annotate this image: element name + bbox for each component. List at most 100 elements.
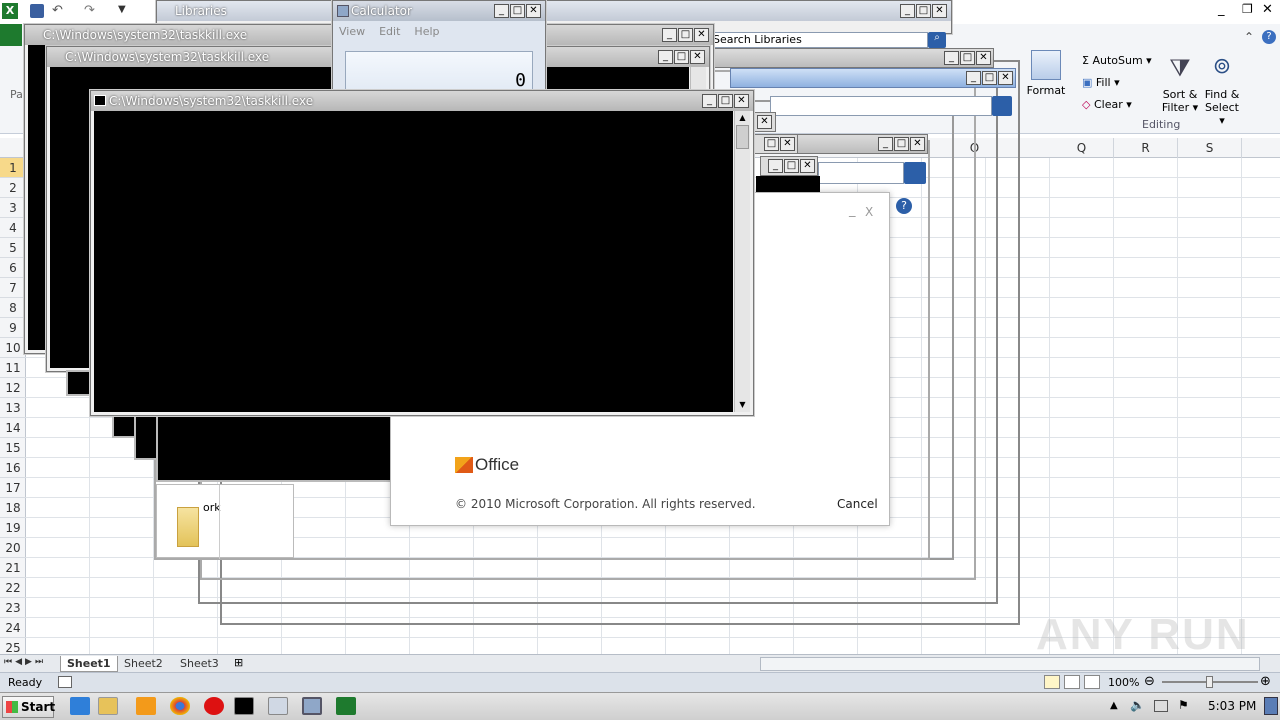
zoom-in-icon[interactable]: ⊕: [1260, 674, 1271, 689]
help-icon[interactable]: ?: [1262, 30, 1276, 44]
normal-view-icon[interactable]: [1044, 675, 1060, 689]
libraries-search-box[interactable]: Search Libraries: [706, 32, 928, 48]
ribbon-minimize-icon[interactable]: ⌃: [1244, 30, 1254, 44]
fill-button[interactable]: ▣ Fill ▾: [1082, 76, 1120, 89]
flag-icon[interactable]: ⚑: [1178, 698, 1189, 712]
row-header[interactable]: 16: [0, 458, 26, 478]
calculator-taskbar-icon[interactable]: [302, 697, 322, 715]
column-header[interactable]: S: [1178, 138, 1242, 158]
maximize-button[interactable]: □: [678, 28, 693, 42]
media-player-icon[interactable]: [136, 697, 156, 715]
column-header[interactable]: R: [1114, 138, 1178, 158]
sheet-tab[interactable]: Sheet2: [118, 656, 169, 672]
customize-icon[interactable]: ▼: [118, 4, 126, 15]
libraries-title-bar[interactable]: Libraries: [157, 1, 951, 21]
maximize-button[interactable]: □: [960, 51, 975, 65]
row-header[interactable]: 11: [0, 358, 26, 378]
row-header[interactable]: 6: [0, 258, 26, 278]
close-button[interactable]: ✕: [976, 51, 991, 65]
row-header[interactable]: 17: [0, 478, 26, 498]
scroll-up-icon[interactable]: ▲: [735, 111, 750, 125]
opera-icon[interactable]: [204, 697, 224, 715]
close-button[interactable]: ✕: [932, 4, 947, 18]
zoom-out-icon[interactable]: ⊖: [1144, 674, 1155, 689]
help-icon[interactable]: ?: [896, 198, 912, 214]
paste-label[interactable]: Pa: [10, 88, 23, 101]
menu-view[interactable]: View: [339, 25, 365, 38]
maximize-button[interactable]: □: [510, 4, 525, 18]
start-button[interactable]: Start: [2, 696, 55, 718]
minimize-button[interactable]: _: [900, 4, 915, 18]
maximize-button[interactable]: □: [982, 71, 997, 85]
close-button[interactable]: ✕: [910, 137, 925, 151]
zoom-slider-thumb[interactable]: [1206, 676, 1213, 688]
maximize-button[interactable]: □: [916, 4, 931, 18]
row-header[interactable]: 22: [0, 578, 26, 598]
sort-filter-button[interactable]: ⧩ Sort & Filter ▾: [1160, 54, 1200, 114]
row-header[interactable]: 2: [0, 178, 26, 198]
vertical-scrollbar[interactable]: ▲ ▼: [734, 111, 750, 412]
minimize-button[interactable]: _: [494, 4, 509, 18]
row-header[interactable]: 24: [0, 618, 26, 638]
find-select-button[interactable]: ⊚ Find & Select ▾: [1202, 54, 1242, 127]
insert-sheet-icon[interactable]: ⊞: [234, 656, 243, 669]
maximize-button[interactable]: □: [674, 50, 689, 64]
maximize-button[interactable]: □: [784, 159, 799, 173]
minimize-button[interactable]: _: [662, 28, 677, 42]
page-break-icon[interactable]: [1084, 675, 1100, 689]
search-icon[interactable]: [904, 162, 926, 184]
folder-label[interactable]: ork: [203, 501, 221, 514]
sheet-nav-icons[interactable]: ⏮◀▶⏭: [4, 657, 46, 667]
row-header[interactable]: 9: [0, 318, 26, 338]
scroll-down-icon[interactable]: ▼: [735, 398, 750, 412]
network-icon[interactable]: [1154, 700, 1168, 712]
search-box[interactable]: [770, 96, 992, 116]
zoom-level[interactable]: 100%: [1108, 676, 1139, 689]
close-button[interactable]: ✕: [694, 28, 709, 42]
autosum-button[interactable]: Σ AutoSum ▾: [1082, 54, 1152, 67]
undo-icon[interactable]: ↶: [52, 3, 63, 18]
console-output[interactable]: [94, 111, 733, 412]
excel-restore-icon[interactable]: ❐: [1242, 2, 1253, 16]
row-header[interactable]: 5: [0, 238, 26, 258]
minimize-button[interactable]: _: [878, 137, 893, 151]
save-icon[interactable]: [30, 4, 44, 18]
ie-icon[interactable]: [70, 697, 90, 715]
minimize-button[interactable]: _: [944, 51, 959, 65]
splash-minimize-button[interactable]: _: [849, 203, 856, 218]
close-button[interactable]: ✕: [690, 50, 705, 64]
minimize-button[interactable]: _: [658, 50, 673, 64]
page-layout-icon[interactable]: [1064, 675, 1080, 689]
close-button[interactable]: ✕: [526, 4, 541, 18]
minimize-button[interactable]: _: [768, 159, 783, 173]
excel-taskbar-icon[interactable]: [336, 697, 356, 715]
search-box[interactable]: [818, 162, 904, 184]
row-header[interactable]: 23: [0, 598, 26, 618]
sheet-tab[interactable]: Sheet3: [174, 656, 225, 672]
maximize-button[interactable]: □: [764, 137, 779, 151]
menu-help[interactable]: Help: [414, 25, 439, 38]
row-header[interactable]: 20: [0, 538, 26, 558]
maximize-button[interactable]: □: [718, 94, 733, 108]
macro-record-icon[interactable]: [58, 676, 72, 688]
sheet-tab-active[interactable]: Sheet1: [60, 656, 118, 672]
show-desktop-button[interactable]: [1264, 697, 1278, 715]
column-header[interactable]: Q: [1050, 138, 1114, 158]
close-button[interactable]: ✕: [757, 115, 772, 129]
row-header[interactable]: 8: [0, 298, 26, 318]
row-header[interactable]: 7: [0, 278, 26, 298]
scroll-thumb[interactable]: [736, 125, 749, 149]
cancel-link[interactable]: Cancel: [837, 497, 878, 511]
close-button[interactable]: ✕: [780, 137, 795, 151]
row-header[interactable]: 10: [0, 338, 26, 358]
row-header[interactable]: 15: [0, 438, 26, 458]
row-header[interactable]: 18: [0, 498, 26, 518]
redo-icon[interactable]: ↷: [84, 3, 95, 18]
taskkill-title-bar[interactable]: C:\Windows\system32\taskkill.exe: [91, 91, 753, 111]
row-header[interactable]: 14: [0, 418, 26, 438]
row-header[interactable]: 13: [0, 398, 26, 418]
maximize-button[interactable]: □: [894, 137, 909, 151]
calculator-window[interactable]: Calculator _ □ ✕ View Edit Help 0: [332, 0, 546, 92]
explorer-icon[interactable]: [98, 697, 118, 715]
excel-icon[interactable]: X: [2, 3, 18, 19]
